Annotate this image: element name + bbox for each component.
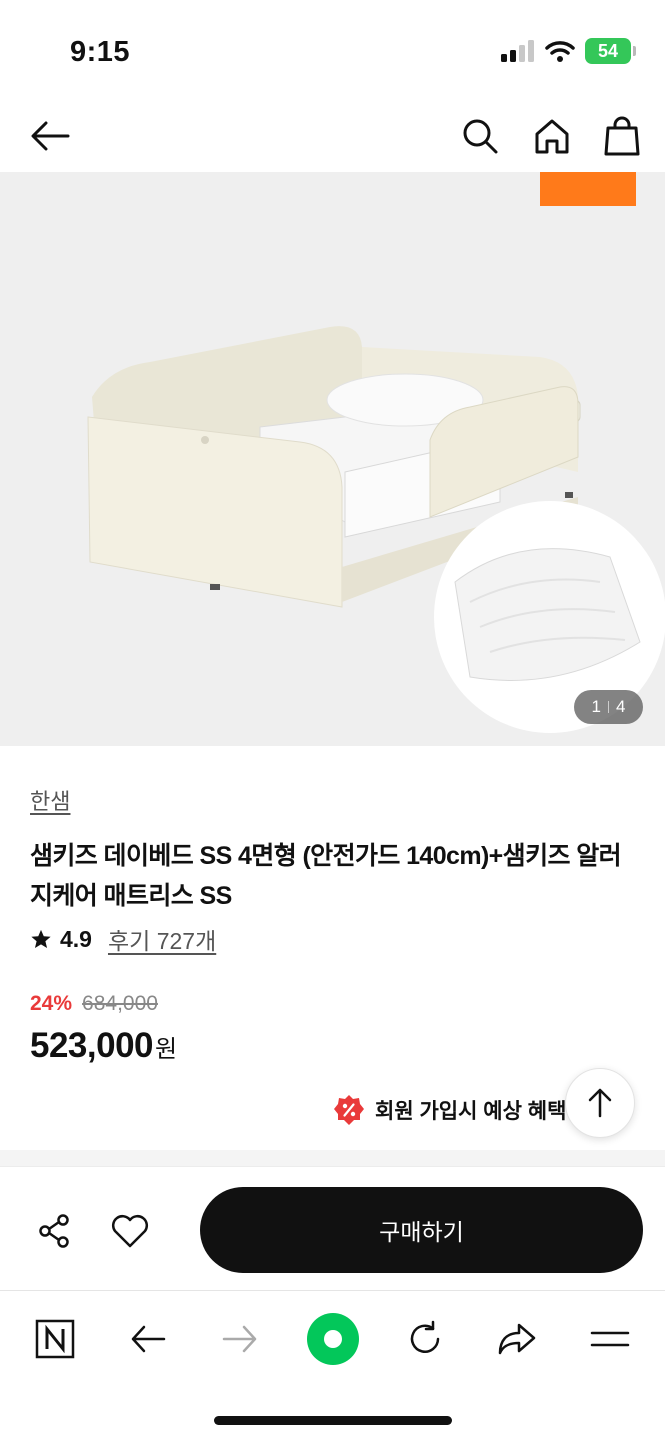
arrow-right-icon xyxy=(222,1325,257,1353)
wifi-icon xyxy=(545,41,575,62)
browser-forward-button[interactable] xyxy=(212,1311,268,1367)
price-row: 24% 684,000 xyxy=(30,992,158,1016)
shopping-bag-icon xyxy=(604,116,640,156)
hamburger-menu-icon xyxy=(590,1331,630,1347)
purchase-action-bar: 구매하기 xyxy=(0,1166,665,1290)
sale-price: 523,000 원 xyxy=(30,1026,177,1066)
discount-rate: 24% xyxy=(30,992,73,1015)
scroll-to-top-button[interactable] xyxy=(565,1068,635,1138)
sale-price-value: 523,000 xyxy=(30,1026,154,1065)
refresh-icon xyxy=(410,1320,440,1353)
green-dot-icon xyxy=(307,1313,359,1365)
app-header xyxy=(0,100,665,172)
buy-button[interactable]: 구매하기 xyxy=(200,1187,643,1273)
cart-button[interactable] xyxy=(596,110,648,162)
image-counter-current: 1 xyxy=(591,697,601,716)
brand-link[interactable]: 한샘 xyxy=(30,784,70,816)
star-icon xyxy=(31,929,51,948)
rating-row: 4.9 후기 727개 xyxy=(30,922,216,956)
status-icons: 54 xyxy=(501,38,636,64)
back-button[interactable] xyxy=(24,110,76,162)
browser-back-button[interactable] xyxy=(120,1311,176,1367)
search-button[interactable] xyxy=(454,110,506,162)
home-indicator xyxy=(214,1416,452,1425)
arrow-left-icon xyxy=(31,121,70,151)
daybed-illustration xyxy=(87,326,665,733)
arrow-up-icon xyxy=(588,1088,612,1118)
share-icon xyxy=(39,1214,69,1248)
member-benefit-link[interactable]: 회원 가입시 예상 혜택 xyxy=(333,1094,583,1126)
image-counter: 1 4 xyxy=(574,690,643,724)
arrow-left-icon xyxy=(131,1325,166,1353)
product-image[interactable] xyxy=(0,172,665,746)
green-dot-button[interactable] xyxy=(305,1311,361,1367)
section-divider xyxy=(0,1150,665,1166)
member-benefit-text: 회원 가입시 예상 혜택 xyxy=(375,1100,567,1123)
image-counter-divider xyxy=(608,701,609,713)
review-link[interactable]: 후기 727개 xyxy=(108,922,216,956)
naver-home-button[interactable] xyxy=(27,1311,83,1367)
status-time: 9:15 xyxy=(70,36,131,68)
product-title: 샘키즈 데이베드 SS 4면형 (안전가드 140cm)+샘키즈 알러지케어 매… xyxy=(30,842,622,910)
battery-indicator: 54 xyxy=(585,38,636,64)
original-price: 684,000 xyxy=(82,992,158,1015)
image-counter-total: 4 xyxy=(616,697,626,716)
home-icon xyxy=(535,119,569,154)
forward-share-icon xyxy=(498,1323,536,1355)
currency-unit: 원 xyxy=(155,1036,178,1063)
share-button[interactable] xyxy=(30,1207,78,1255)
discount-badge-icon xyxy=(334,1095,364,1125)
heart-icon xyxy=(112,1215,148,1248)
home-button[interactable] xyxy=(526,110,578,162)
browser-share-button[interactable] xyxy=(489,1311,545,1367)
rating-value: 4.9 xyxy=(60,925,92,952)
signal-icon xyxy=(501,40,534,62)
naver-n-icon xyxy=(35,1319,75,1359)
status-bar: 9:15 54 xyxy=(0,0,665,100)
search-icon xyxy=(463,119,498,154)
wishlist-button[interactable] xyxy=(106,1207,154,1255)
menu-button[interactable] xyxy=(582,1311,638,1367)
refresh-button[interactable] xyxy=(397,1311,453,1367)
